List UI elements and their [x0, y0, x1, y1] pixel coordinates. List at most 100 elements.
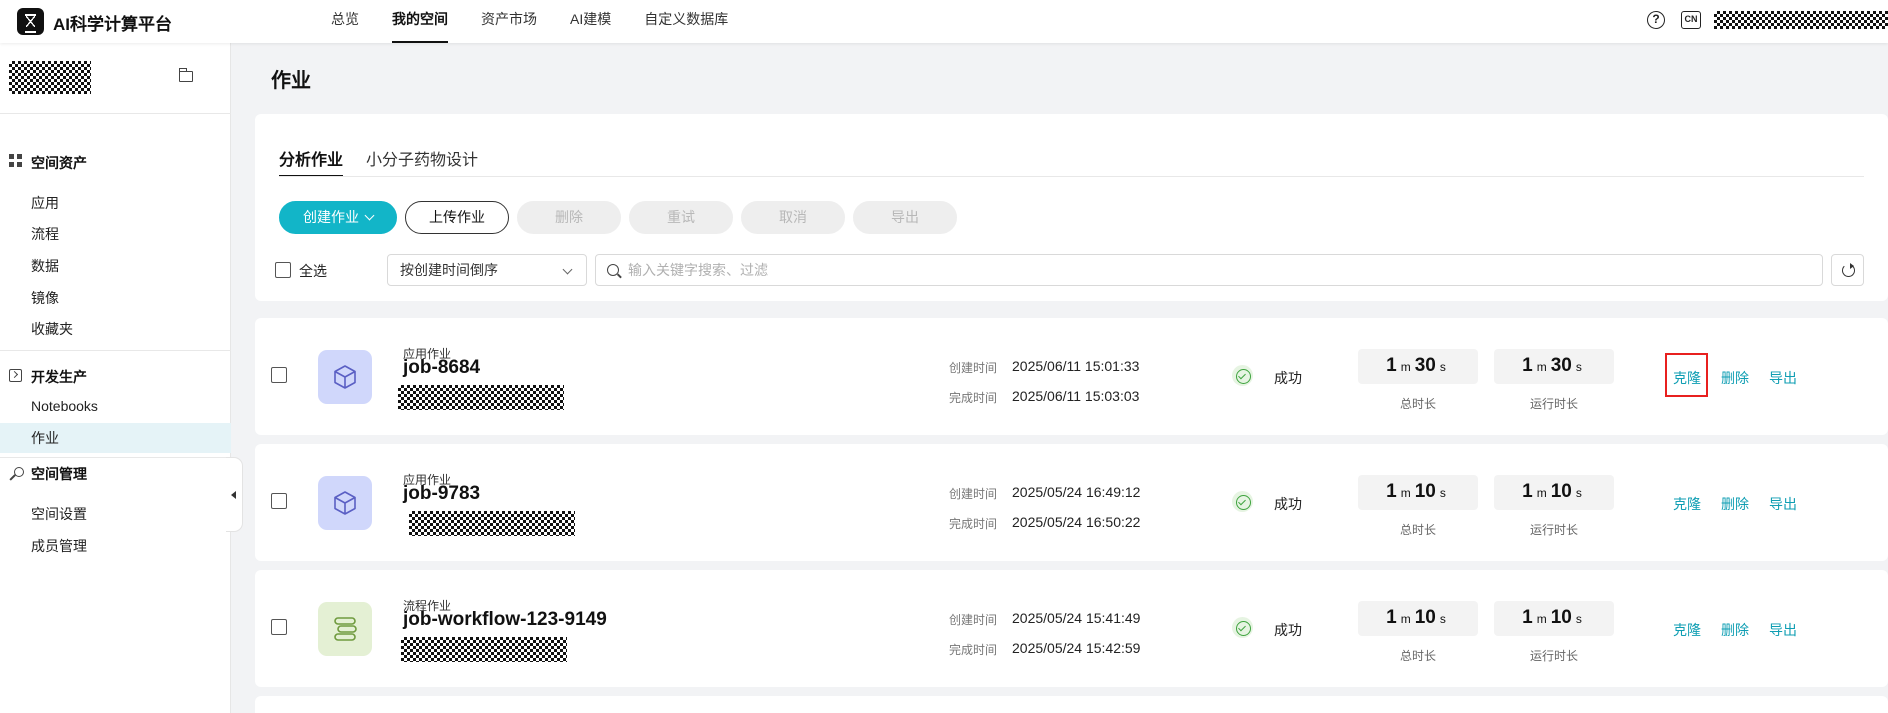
cancel-button[interactable]: 取消	[741, 201, 845, 234]
clone-button[interactable]: 克隆	[1673, 620, 1701, 640]
app-title[interactable]: AI科学计算平台	[53, 10, 172, 35]
sidebar-item-images[interactable]: 镜像	[0, 283, 231, 313]
sort-select[interactable]: 按创建时间倒序	[387, 254, 587, 286]
delete-job-button[interactable]: 删除	[1721, 494, 1749, 514]
run-duration: 1 m 30 s	[1494, 349, 1614, 384]
run-seconds: 10	[1550, 607, 1572, 628]
nav-asset-market[interactable]: 资产市场	[481, 0, 537, 43]
nav-overview[interactable]: 总览	[331, 0, 359, 43]
sort-select-value: 按创建时间倒序	[400, 262, 498, 278]
sidebar-divider	[0, 457, 231, 458]
sidebar-divider	[0, 350, 231, 351]
export-job-button[interactable]: 导出	[1769, 368, 1797, 388]
search-placeholder: 输入关键字搜索、过滤	[628, 262, 768, 278]
job-id-redacted	[409, 511, 575, 536]
job-checkbox[interactable]	[271, 493, 287, 509]
second-unit: s	[1439, 486, 1446, 500]
retry-button[interactable]: 重试	[629, 201, 733, 234]
finished-time-label: 完成时间	[949, 643, 998, 657]
select-all-checkbox[interactable]	[275, 262, 291, 278]
run-seconds: 30	[1550, 355, 1572, 376]
sidebar-item-workflows[interactable]: 流程	[0, 219, 231, 249]
run-minutes: 1	[1522, 607, 1533, 628]
nav-custom-database[interactable]: 自定义数据库	[644, 0, 728, 43]
select-all-label: 全选	[299, 263, 327, 279]
job-card: 应用作业 job-8684 创建时间 2025/06/11 15:01:33 完…	[255, 318, 1888, 435]
delete-job-button[interactable]: 删除	[1721, 620, 1749, 640]
sidebar-group-development[interactable]: 开发生产	[31, 367, 87, 387]
delete-button[interactable]: 删除	[517, 201, 621, 234]
minute-unit: m	[1536, 360, 1547, 374]
sidebar-item-jobs[interactable]: 作业	[0, 423, 231, 453]
job-checkbox[interactable]	[271, 367, 287, 383]
refresh-button[interactable]	[1831, 254, 1864, 286]
clone-button[interactable]: 克隆	[1673, 494, 1701, 514]
job-card: 应用作业 job-9783 创建时间 2025/05/24 16:49:12 完…	[255, 444, 1888, 561]
sidebar-item-space-settings[interactable]: 空间设置	[0, 499, 231, 529]
pagination-card	[255, 696, 1888, 713]
total-duration: 1 m 10 s	[1358, 601, 1478, 636]
help-icon[interactable]: ?	[1647, 11, 1665, 29]
workflow-job-icon	[318, 602, 372, 656]
job-card: 流程作业 job-workflow-123-9149 创建时间 2025/05/…	[255, 570, 1888, 687]
app-logo-icon[interactable]	[17, 8, 44, 35]
chevron-down-icon	[562, 264, 573, 275]
sidebar-item-notebooks[interactable]: Notebooks	[0, 391, 231, 421]
minute-unit: m	[1400, 612, 1411, 626]
tab-small-molecule-design[interactable]: 小分子药物设计	[366, 146, 478, 177]
nav-my-space[interactable]: 我的空间	[392, 0, 448, 43]
total-duration: 1 m 30 s	[1358, 349, 1478, 384]
upload-job-button[interactable]: 上传作业	[405, 201, 509, 234]
export-button[interactable]: 导出	[853, 201, 957, 234]
tab-analysis-jobs[interactable]: 分析作业	[279, 146, 344, 177]
total-minutes: 1	[1386, 481, 1397, 502]
job-checkbox[interactable]	[271, 619, 287, 635]
finished-time: 2025/05/24 16:50:22	[1012, 514, 1141, 530]
sidebar-item-apps[interactable]: 应用	[0, 188, 231, 218]
export-job-button[interactable]: 导出	[1769, 620, 1797, 640]
tabs-divider	[279, 176, 1864, 177]
job-name[interactable]: job-9783	[403, 483, 480, 505]
space-name-redacted[interactable]	[9, 61, 91, 94]
job-name[interactable]: job-8684	[403, 357, 480, 379]
total-duration-label: 总时长	[1399, 397, 1436, 411]
minute-unit: m	[1536, 486, 1547, 500]
job-name[interactable]: job-workflow-123-9149	[403, 609, 607, 631]
export-job-button[interactable]: 导出	[1769, 494, 1797, 514]
sidebar-group-space-assets[interactable]: 空间资产	[31, 153, 87, 173]
success-check-icon	[1232, 491, 1253, 512]
user-account-redacted[interactable]	[1714, 11, 1888, 29]
second-unit: s	[1439, 612, 1446, 626]
created-time-label: 创建时间	[949, 613, 998, 627]
run-duration: 1 m 10 s	[1494, 475, 1614, 510]
finished-time-label: 完成时间	[949, 517, 998, 531]
finished-time-label: 完成时间	[949, 391, 998, 405]
delete-job-button[interactable]: 删除	[1721, 368, 1749, 388]
sidebar-collapse-button[interactable]	[226, 457, 243, 532]
sidebar-item-favorites[interactable]: 收藏夹	[0, 314, 231, 344]
total-duration-label: 总时长	[1399, 523, 1436, 537]
app-job-icon	[318, 350, 372, 404]
created-time: 2025/05/24 16:49:12	[1012, 484, 1141, 500]
sidebar-group-space-management[interactable]: 空间管理	[31, 464, 87, 484]
search-input[interactable]: 输入关键字搜索、过滤	[595, 254, 1823, 286]
sidebar-item-data[interactable]: 数据	[0, 251, 231, 281]
total-minutes: 1	[1386, 355, 1397, 376]
language-icon[interactable]: CN	[1681, 11, 1701, 29]
run-seconds: 10	[1550, 481, 1572, 502]
wrench-icon	[9, 467, 24, 480]
run-minutes: 1	[1522, 481, 1533, 502]
created-time-label: 创建时间	[949, 487, 998, 501]
job-id-redacted	[398, 385, 564, 410]
sidebar-divider	[0, 113, 231, 114]
create-job-button[interactable]: 创建作业	[279, 201, 397, 234]
job-id-redacted	[401, 637, 567, 662]
folder-switch-icon[interactable]	[179, 68, 193, 82]
total-minutes: 1	[1386, 607, 1397, 628]
total-duration-label: 总时长	[1399, 649, 1436, 663]
top-bar: AI科学计算平台 总览 我的空间 资产市场 AI建模 自定义数据库 ? CN	[0, 0, 1888, 43]
nav-ai-modeling[interactable]: AI建模	[570, 0, 611, 43]
sidebar-item-members[interactable]: 成员管理	[0, 531, 231, 561]
created-time-label: 创建时间	[949, 361, 998, 375]
job-status: 成功	[1274, 370, 1302, 386]
